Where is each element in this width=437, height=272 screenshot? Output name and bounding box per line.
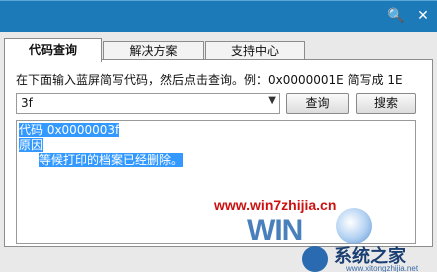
watermark-logo: WIN	[247, 214, 303, 247]
tab-solutions[interactable]: 解决方案	[103, 41, 204, 61]
tab-support-center[interactable]: 支持中心	[205, 41, 305, 61]
result-reason-label: 原因	[19, 138, 44, 152]
code-value[interactable]: 3f	[21, 96, 33, 110]
watermark-site: 系统之家 www.xitongzhijia.net	[302, 246, 437, 272]
site-logo-icon	[302, 246, 328, 272]
result-code-line: 代码 0x0000003f	[19, 123, 120, 137]
code-combobox[interactable]: 3f ▼	[16, 93, 280, 114]
site-url: www.xitongzhijia.net	[346, 264, 419, 272]
close-icon[interactable]: ✕	[413, 6, 433, 26]
query-button[interactable]: 查询	[286, 93, 349, 114]
search-button[interactable]: 搜索	[356, 93, 416, 114]
search-icon[interactable]: 🔍	[386, 6, 406, 26]
watermark-url: www.win7zhijia.cn	[214, 197, 337, 213]
title-bar: 🔍 ✕	[0, 0, 437, 32]
windows-orb-logo	[336, 208, 372, 244]
dropdown-arrow-icon[interactable]: ▼	[268, 95, 276, 106]
instruction-text: 在下面输入蓝屏简写代码，然后点击查询。例：0x0000001E 简写成 1E	[16, 73, 403, 87]
tab-code-query[interactable]: 代码查询	[4, 38, 102, 62]
tab-strip: 代码查询 解决方案 支持中心	[0, 32, 437, 62]
result-reason-text: 等候打印的档案已经删除。	[39, 153, 184, 167]
